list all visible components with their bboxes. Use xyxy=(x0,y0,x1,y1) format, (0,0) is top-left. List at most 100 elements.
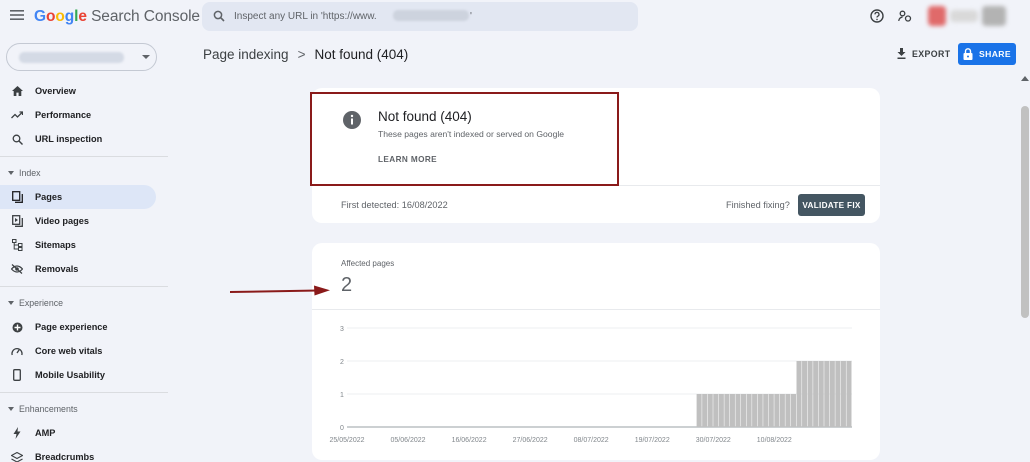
bar xyxy=(746,394,752,427)
bar xyxy=(752,394,758,427)
search-icon xyxy=(10,132,24,146)
amp-icon xyxy=(10,426,24,440)
sidebar-item-label: Mobile Usability xyxy=(35,370,105,380)
property-name-redacted xyxy=(19,52,124,63)
sidebar-divider xyxy=(0,286,168,287)
menu-icon[interactable] xyxy=(10,9,24,21)
sidebar-item-sitemaps[interactable]: Sitemaps xyxy=(0,233,156,257)
sidebar-divider xyxy=(0,392,168,393)
search-placeholder: Inspect any URL in 'https://www. xyxy=(234,11,377,22)
mobile-icon xyxy=(10,368,24,382)
search-input[interactable]: Inspect any URL in 'https://www. ' xyxy=(202,2,638,31)
bar xyxy=(724,394,730,427)
manage-users-icon[interactable] xyxy=(898,10,912,22)
product-name: Search Console xyxy=(91,8,200,25)
video-pages-icon xyxy=(10,214,24,228)
sidebar-item-overview[interactable]: Overview xyxy=(0,79,156,103)
sidebar-item-video-pages[interactable]: Video pages xyxy=(0,209,156,233)
page-title: Not found (404) xyxy=(314,47,409,62)
bar xyxy=(696,394,702,427)
y-tick-label: 0 xyxy=(340,425,344,432)
y-tick-label: 1 xyxy=(340,392,344,399)
sidebar-item-amp[interactable]: AMP xyxy=(0,421,156,445)
bar xyxy=(774,394,780,427)
account-avatar[interactable] xyxy=(928,6,946,26)
help-icon[interactable] xyxy=(870,9,884,23)
search-placeholder-end: ' xyxy=(470,11,472,22)
bar xyxy=(729,394,735,427)
trending-icon xyxy=(10,108,24,122)
bar xyxy=(790,394,797,427)
property-selector[interactable] xyxy=(6,43,157,71)
finished-fixing-text: Finished fixing? xyxy=(726,200,790,210)
top-bar: Google Search Console Inspect any URL in… xyxy=(0,0,1030,34)
validate-fix-button[interactable]: VALIDATE FIX xyxy=(798,194,865,216)
bar xyxy=(802,361,808,427)
sidebar-item-label: Overview xyxy=(35,86,76,96)
sidebar-item-label: AMP xyxy=(35,428,56,438)
sidebar-item-mobile-usability[interactable]: Mobile Usability xyxy=(0,363,156,387)
bar xyxy=(707,394,713,427)
bar xyxy=(785,394,791,427)
collapse-triangle-icon xyxy=(8,171,14,175)
x-tick-label: 19/07/2022 xyxy=(635,437,670,444)
export-button[interactable]: EXPORT xyxy=(897,48,951,59)
bar xyxy=(813,361,819,427)
sidebar-item-label: Page experience xyxy=(35,322,108,332)
redacted-domain xyxy=(393,10,469,21)
annotation-arrow xyxy=(230,285,330,296)
section-header-experience[interactable]: Experience xyxy=(8,298,63,308)
bar xyxy=(829,361,835,427)
sidebar-item-removals[interactable]: Removals xyxy=(0,257,156,281)
sidebar-item-label: Removals xyxy=(35,264,79,274)
section-header-index[interactable]: Index xyxy=(8,168,41,178)
scroll-up-arrow-icon[interactable] xyxy=(1021,76,1029,81)
sidebar-item-performance[interactable]: Performance xyxy=(0,103,156,127)
sidebar-item-label: Pages xyxy=(35,192,63,202)
scrollbar-thumb[interactable] xyxy=(1021,106,1029,318)
x-tick-label: 27/06/2022 xyxy=(513,437,548,444)
bar xyxy=(796,361,802,427)
bar xyxy=(713,394,719,427)
sidebar-item-pages[interactable]: Pages xyxy=(0,185,156,209)
bar xyxy=(807,361,813,427)
affected-pages-chart: 0 1 2 3 25/05/2022 05/06/2022 16/06/2022 27/06/… xyxy=(329,326,852,444)
lock-icon xyxy=(963,48,973,60)
sidebar-item-label: Core web vitals xyxy=(35,346,103,356)
app-logo[interactable]: Google Search Console xyxy=(34,8,200,26)
collapse-triangle-icon xyxy=(8,407,14,411)
sidebar-item-label: URL inspection xyxy=(35,134,103,144)
bar xyxy=(718,394,724,427)
sidebar-item-page-experience[interactable]: Page experience xyxy=(0,315,156,339)
bar xyxy=(757,394,763,427)
bar xyxy=(763,394,769,427)
highlight-annotation-box xyxy=(310,92,619,186)
sidebar-item-core-web-vitals[interactable]: Core web vitals xyxy=(0,339,156,363)
breadcrumbs-icon xyxy=(10,450,24,462)
sidebar-item-breadcrumbs[interactable]: Breadcrumbs xyxy=(0,445,156,462)
google-logo-text: Google xyxy=(34,8,87,25)
sidebar-item-label: Video pages xyxy=(35,216,89,226)
x-tick-label: 10/08/2022 xyxy=(757,437,792,444)
chevron-down-icon xyxy=(142,54,150,60)
bar xyxy=(779,394,785,427)
account-avatar-redacted[interactable] xyxy=(982,6,1006,26)
sidebar-item-label: Sitemaps xyxy=(35,240,76,250)
breadcrumb: Page indexing > Not found (404) xyxy=(203,47,408,62)
collapse-triangle-icon xyxy=(8,301,14,305)
breadcrumb-parent-link[interactable]: Page indexing xyxy=(203,47,289,62)
home-icon xyxy=(10,84,24,98)
bar xyxy=(702,394,708,427)
section-header-enhancements[interactable]: Enhancements xyxy=(8,404,78,414)
bar xyxy=(818,361,824,427)
account-name-redacted xyxy=(950,10,978,22)
bar xyxy=(741,394,747,427)
page-experience-icon xyxy=(10,320,24,334)
sidebar-item-label: Breadcrumbs xyxy=(35,452,95,462)
bar xyxy=(835,361,841,427)
sidebar-item-url-inspection[interactable]: URL inspection xyxy=(0,127,156,151)
share-button[interactable]: SHARE xyxy=(958,43,1016,65)
y-tick-label: 2 xyxy=(340,359,344,366)
removals-icon xyxy=(10,262,24,276)
bar xyxy=(824,361,830,427)
